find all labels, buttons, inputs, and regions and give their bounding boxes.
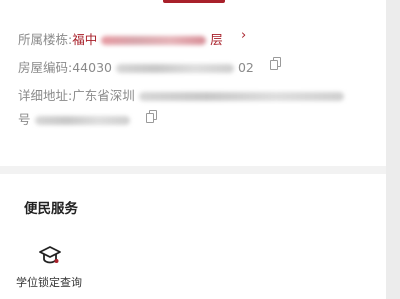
house-code-row: 房屋编码:44030 02 <box>18 57 254 76</box>
redacted-info-row: 号 <box>18 109 130 128</box>
service-item-label: 学位锁定查询 <box>16 276 82 289</box>
house-detail-page: 所属楼栋:福中 层 › 房屋编码:44030 02 详细地址:广东省深圳 号 便… <box>0 0 386 299</box>
active-tab-indicator <box>163 0 225 3</box>
redacted-building-name <box>101 36 207 45</box>
address-row: 详细地址:广东省深圳 <box>18 85 344 104</box>
redacted-house-code <box>115 64 234 73</box>
row4-prefix: 号 <box>18 112 31 127</box>
service-item-degree-lock[interactable]: 学位锁定查询 <box>14 242 84 292</box>
services-section-title: 便民服务 <box>24 201 78 217</box>
building-value-prefix: 福中 <box>72 32 98 47</box>
section-divider <box>0 166 386 174</box>
building-row[interactable]: 所属楼栋:福中 层 <box>18 29 223 48</box>
redacted-address <box>138 92 344 101</box>
copy-icon[interactable] <box>146 110 157 123</box>
graduation-cap-icon <box>39 246 61 264</box>
address-label: 详细地址: <box>18 88 73 103</box>
building-label: 所属楼栋: <box>18 32 73 47</box>
chevron-right-icon[interactable]: › <box>241 28 246 43</box>
copy-icon[interactable] <box>270 57 281 70</box>
address-prefix: 广东省深圳 <box>72 88 135 103</box>
house-code-label: 房屋编码: <box>18 60 73 75</box>
house-code-prefix: 44030 <box>72 60 112 75</box>
redacted-info-value <box>34 116 130 125</box>
scrollbar-track[interactable] <box>386 0 400 299</box>
building-value-suffix: 层 <box>210 32 223 47</box>
house-code-suffix: 02 <box>237 60 254 75</box>
